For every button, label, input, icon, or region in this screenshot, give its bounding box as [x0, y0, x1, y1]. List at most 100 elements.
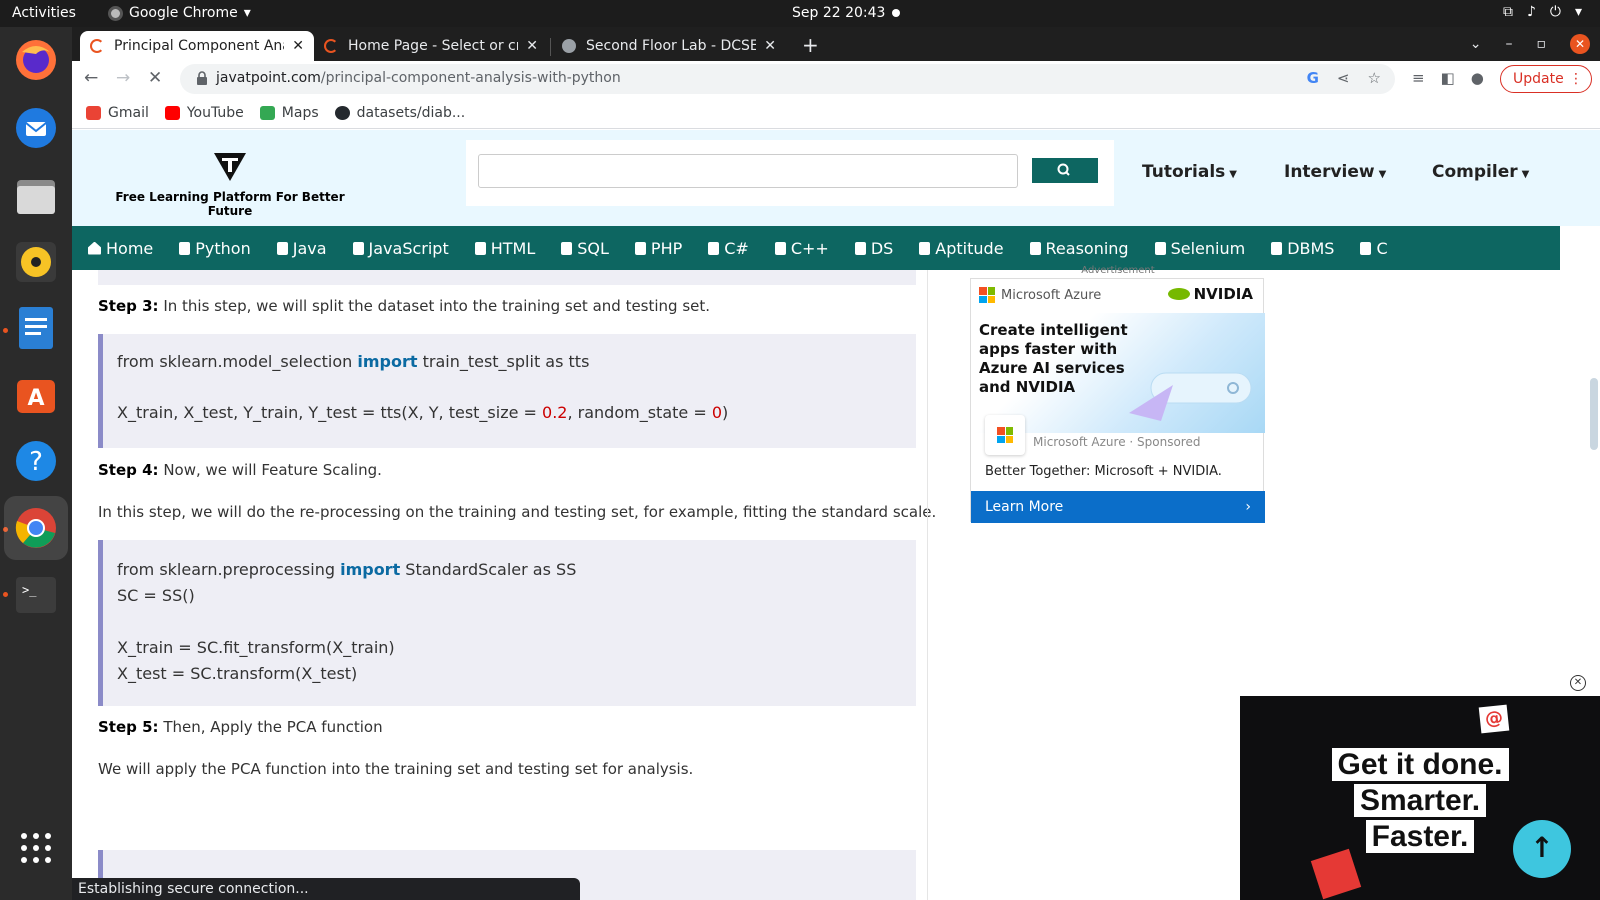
page-scrollbar-thumb[interactable]	[1590, 378, 1598, 450]
nav-cpp[interactable]: C++	[774, 239, 829, 258]
app-center-icon[interactable]: A	[11, 369, 61, 419]
activities-button[interactable]: Activities	[12, 5, 76, 21]
scroll-to-top-button[interactable]: ↑	[1513, 820, 1571, 878]
close-window-icon[interactable]: ✕	[1570, 34, 1590, 54]
ad-headline-line: Azure AI services	[979, 359, 1125, 377]
side-panel-icon[interactable]: ◧	[1441, 69, 1455, 87]
show-apps-icon[interactable]	[11, 823, 61, 873]
thunderbird-icon[interactable]	[11, 103, 61, 153]
close-tab-icon[interactable]: ✕	[292, 38, 304, 54]
learn-more-button[interactable]: Learn More ›	[971, 491, 1265, 523]
caret-down-icon: ▼	[1378, 169, 1387, 180]
tab-title: Principal Component Ana	[114, 38, 285, 54]
nav-html[interactable]: HTML	[474, 238, 536, 258]
html-icon	[474, 241, 486, 255]
site-nav: Home Python Java JavaScript HTML SQL PHP…	[72, 226, 1560, 270]
tab-search-icon[interactable]: ⌄	[1470, 36, 1482, 52]
nav-label: DBMS	[1287, 238, 1335, 258]
interview-menu[interactable]: Interview ▼	[1284, 162, 1386, 182]
profile-avatar-icon[interactable]: ●	[1471, 69, 1484, 87]
bookmark-youtube[interactable]: YouTube	[164, 105, 244, 121]
code-keyword: import	[357, 352, 418, 371]
step-5: Step 5: Then, Apply the PCA function	[98, 718, 383, 736]
step-4-paragraph: In this step, we will do the re-processi…	[98, 503, 937, 521]
nav-c[interactable]: C	[1360, 238, 1388, 258]
nav-label: C#	[724, 238, 749, 258]
nav-csharp[interactable]: C#	[708, 239, 749, 258]
forward-icon[interactable]: →	[116, 68, 130, 88]
system-tray[interactable]: ⧉ ♪ ⏻ ▾	[1503, 4, 1582, 20]
nav-label: Reasoning	[1045, 238, 1129, 258]
tutorials-menu[interactable]: Tutorials ▼	[1142, 162, 1237, 182]
tab-second-floor-lab[interactable]: Second Floor Lab - DCSE ✕	[552, 31, 786, 61]
update-button[interactable]: Update ⋮	[1500, 65, 1592, 93]
nav-ds[interactable]: DS	[854, 239, 893, 258]
nav-php[interactable]: PHP	[634, 239, 682, 258]
nvidia-eye-icon	[1167, 288, 1190, 300]
microsoft-logo-icon	[979, 287, 995, 303]
rhythmbox-icon[interactable]	[11, 237, 61, 287]
site-logo[interactable]: Free Learning Platform For Better Future	[110, 152, 350, 218]
nav-label: HTML	[490, 238, 536, 258]
search-input[interactable]	[478, 154, 1018, 188]
code-text: , random_state =	[567, 403, 712, 422]
nav-sql[interactable]: SQL	[561, 239, 609, 258]
back-icon[interactable]: ←	[84, 68, 98, 88]
reading-list-icon[interactable]: ≡	[1412, 69, 1425, 87]
code-text: StandardScaler as SS	[400, 560, 577, 579]
close-tab-icon[interactable]: ✕	[526, 38, 538, 54]
clock[interactable]: Sep 22 20:43	[792, 5, 885, 21]
bookmark-star-icon[interactable]: ☆	[1368, 69, 1381, 87]
tab-home-page[interactable]: Home Page - Select or cre ✕	[314, 31, 548, 61]
stop-loading-icon[interactable]: ✕	[148, 68, 162, 88]
address-bar[interactable]: javatpoint.com/principal-component-analy…	[180, 64, 1395, 94]
firefox-icon[interactable]	[11, 35, 61, 85]
ad-headline-line: apps faster with	[979, 340, 1118, 358]
compiler-menu[interactable]: Compiler ▼	[1432, 162, 1529, 182]
step-3: Step 3: In this step, we will split the …	[98, 297, 710, 315]
nav-label: Python	[195, 238, 251, 258]
caret-down-icon: ▼	[1521, 169, 1530, 180]
ad-brand: Microsoft Azure	[979, 287, 1101, 303]
maps-icon	[259, 105, 275, 120]
google-lens-icon[interactable]: G	[1307, 69, 1319, 87]
search-button[interactable]	[1032, 158, 1098, 183]
loading-spinner-icon	[324, 39, 338, 53]
minimize-icon[interactable]: –	[1506, 36, 1513, 52]
running-indicator	[3, 592, 8, 597]
close-tab-icon[interactable]: ✕	[764, 38, 776, 54]
bookmark-datasets[interactable]: datasets/diab...	[334, 105, 465, 121]
help-icon[interactable]: ?	[11, 436, 61, 486]
bookmark-label: Gmail	[108, 104, 149, 121]
share-icon[interactable]: ⋖	[1337, 69, 1350, 87]
nav-aptitude[interactable]: Aptitude	[919, 238, 1004, 258]
files-icon[interactable]	[11, 171, 61, 221]
code-block-scaling: from sklearn.preprocessing import Standa…	[98, 540, 916, 706]
nav-label: C	[1376, 238, 1388, 258]
nav-reasoning[interactable]: Reasoning	[1029, 238, 1129, 258]
nav-label: Selenium	[1170, 238, 1246, 258]
nav-home[interactable]: Home	[88, 239, 153, 258]
nav-python[interactable]: Python	[179, 238, 251, 258]
terminal-icon[interactable]: >_	[11, 570, 61, 620]
bookmark-gmail[interactable]: Gmail	[86, 105, 149, 121]
article-content: Step 3: In this step, we will split the …	[72, 270, 942, 900]
nav-selenium[interactable]: Selenium	[1154, 238, 1246, 258]
restore-icon[interactable]: ▫	[1537, 36, 1547, 52]
app-menu[interactable]: Google Chrome ▾	[108, 5, 251, 21]
sidebar-advertisement[interactable]: Advertisement Microsoft Azure NVIDIA Cre…	[970, 265, 1265, 523]
nav-dbms[interactable]: DBMS	[1271, 239, 1334, 258]
new-tab-button[interactable]: +	[802, 33, 819, 57]
tab-principal-component[interactable]: Principal Component Ana ✕	[80, 31, 314, 61]
chrome-app-icon	[108, 5, 123, 21]
close-ad-icon[interactable]: ✕	[1570, 675, 1586, 691]
chevron-down-icon: ▾	[243, 5, 251, 21]
nav-label: Aptitude	[935, 238, 1004, 258]
chrome-icon[interactable]	[4, 496, 68, 560]
nav-javascript[interactable]: JavaScript	[352, 239, 449, 258]
bookmark-maps[interactable]: Maps	[259, 105, 319, 121]
writer-icon[interactable]	[11, 303, 61, 353]
svg-text:?: ?	[29, 447, 43, 477]
code-line: X_test = SC.transform(X_test)	[117, 664, 358, 683]
nav-java[interactable]: Java	[276, 239, 327, 258]
